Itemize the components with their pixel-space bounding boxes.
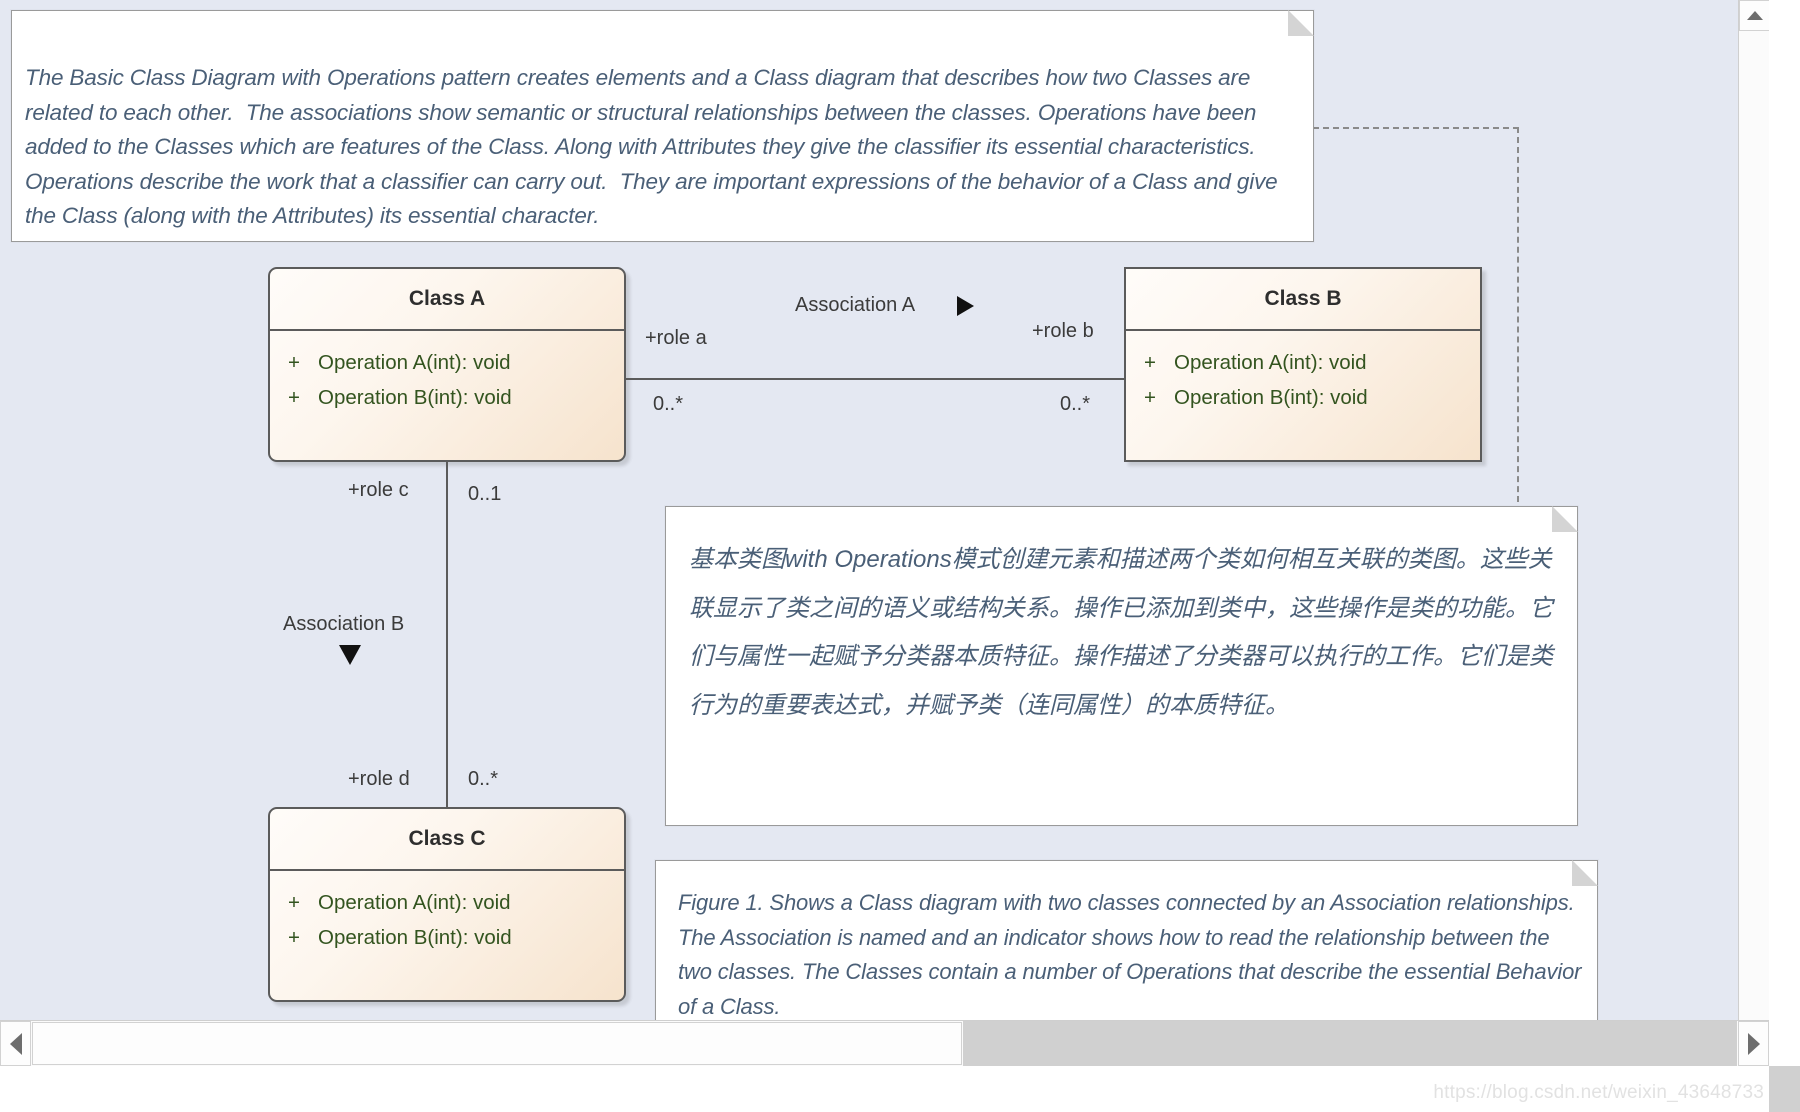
operation-visibility: + <box>288 385 300 409</box>
note-fold-corner-icon <box>1552 506 1578 532</box>
operation-signature: Operation A(int): void <box>318 890 511 914</box>
association-a-target-multiplicity-label: 0..* <box>1060 393 1091 415</box>
class-box-class-a[interactable]: Class A + Operation A(int): void + Opera… <box>268 267 626 462</box>
association-b-line[interactable] <box>446 462 448 809</box>
figure-caption-text-english: Figure 1. Shows a Class diagram with two… <box>678 890 1582 1019</box>
pattern-description-note-chinese-text: 基本类图with Operations模式创建元素和描述两个类如何相互关联的类图… <box>689 546 1553 719</box>
note-fold-corner-icon <box>1288 10 1314 36</box>
arrow-left-icon <box>9 1032 22 1055</box>
horizontal-scrollbar-track[interactable] <box>963 1021 1737 1066</box>
association-b-source-multiplicity-label: 0..1 <box>468 483 502 505</box>
operation-signature: Operation A(int): void <box>1174 350 1367 374</box>
association-direction-triangle-right-icon <box>957 296 974 316</box>
class-box-class-c[interactable]: Class C + Operation A(int): void + Opera… <box>268 807 626 1002</box>
association-a-source-role-label: +role a <box>645 327 707 349</box>
pattern-description-note-text: The Basic Class Diagram with Operations … <box>25 65 1284 228</box>
pattern-description-note: The Basic Class Diagram with Operations … <box>11 10 1314 242</box>
association-a-source-multiplicity-label: 0..* <box>653 393 684 415</box>
association-a-target-role-label: +role b <box>1032 320 1094 342</box>
watermark-text: https://blog.csdn.net/weixin_43648733 <box>1433 1082 1764 1103</box>
association-b-source-role-label: +role c <box>348 479 409 501</box>
diagram-viewer: The Basic Class Diagram with Operations … <box>0 0 1800 1112</box>
association-b-target-multiplicity-label: 0..* <box>468 768 499 790</box>
vertical-scrollbar[interactable] <box>1738 0 1769 1066</box>
operation-signature: Operation B(int): void <box>318 925 512 949</box>
note-fold-corner-icon <box>1572 860 1598 886</box>
operation-row[interactable]: + Operation B(int): void <box>1126 380 1480 415</box>
association-direction-triangle-down-icon <box>339 645 361 665</box>
scroll-left-button[interactable] <box>0 1021 31 1066</box>
scrollbar-corner <box>1769 1066 1800 1112</box>
class-c-operations: + Operation A(int): void + Operation B(i… <box>270 871 624 955</box>
class-c-title: Class C <box>270 809 624 871</box>
class-box-class-b[interactable]: Class B + Operation A(int): void + Opera… <box>1124 267 1482 462</box>
arrow-right-icon <box>1747 1032 1760 1055</box>
operation-visibility: + <box>288 890 300 914</box>
association-a-name-label: Association A <box>795 294 916 316</box>
horizontal-scrollbar-thumb[interactable] <box>32 1022 962 1065</box>
operation-row[interactable]: + Operation A(int): void <box>270 885 624 920</box>
operation-signature: Operation B(int): void <box>1174 385 1368 409</box>
class-a-title: Class A <box>270 269 624 331</box>
class-a-operations: + Operation A(int): void + Operation B(i… <box>270 331 624 415</box>
scroll-up-button[interactable] <box>1739 0 1769 31</box>
association-a-line[interactable] <box>626 378 1126 380</box>
operation-signature: Operation A(int): void <box>318 350 511 374</box>
arrow-up-icon <box>1746 11 1763 20</box>
operation-visibility: + <box>1144 385 1156 409</box>
horizontal-scrollbar[interactable] <box>0 1020 1769 1066</box>
association-b-name-label: Association B <box>283 613 405 635</box>
class-b-title: Class B <box>1126 269 1480 331</box>
association-b-target-role-label: +role d <box>348 768 410 790</box>
scroll-right-button[interactable] <box>1738 1021 1769 1066</box>
class-b-operations: + Operation A(int): void + Operation B(i… <box>1126 331 1480 415</box>
operation-visibility: + <box>288 350 300 374</box>
operation-row[interactable]: + Operation B(int): void <box>270 920 624 955</box>
operation-row[interactable]: + Operation B(int): void <box>270 380 624 415</box>
operation-visibility: + <box>1144 350 1156 374</box>
pattern-description-note-chinese: 基本类图with Operations模式创建元素和描述两个类如何相互关联的类图… <box>665 506 1578 826</box>
operation-row[interactable]: + Operation A(int): void <box>270 345 624 380</box>
operation-row[interactable]: + Operation A(int): void <box>1126 345 1480 380</box>
operation-visibility: + <box>288 925 300 949</box>
diagram-canvas[interactable]: The Basic Class Diagram with Operations … <box>0 0 1769 1066</box>
operation-signature: Operation B(int): void <box>318 385 512 409</box>
